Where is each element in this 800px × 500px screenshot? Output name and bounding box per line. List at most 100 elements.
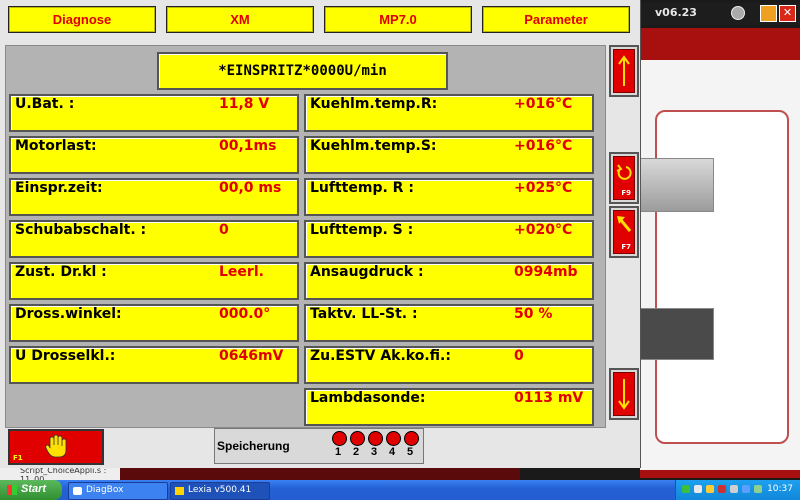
taskbar-item-lexia[interactable]: Lexia v500.41: [170, 482, 270, 500]
field-value: 0: [514, 348, 524, 364]
background-gray-button[interactable]: [640, 158, 714, 212]
system-tray: 10:37: [675, 480, 800, 500]
scroll-up-face: [613, 49, 635, 93]
field-u-drosselkl: U Drosselkl.: 0646mV: [9, 346, 299, 384]
save-slot-number: 5: [406, 446, 414, 458]
refresh-face: F9: [613, 156, 635, 200]
scroll-up-button[interactable]: [609, 45, 639, 97]
field-value: +016°C: [514, 138, 573, 154]
field-label: Lufttemp. R :: [310, 180, 414, 196]
stop-button[interactable]: F1: [8, 429, 104, 465]
background-dark-button[interactable]: [640, 308, 714, 360]
field-label: Zust. Dr.kl :: [15, 264, 107, 280]
field-lufttemp-s: Lufttemp. S : +020°C: [304, 220, 594, 258]
field-value: 00,0 ms: [219, 180, 282, 196]
field-dross-winkel: Dross.winkel: 000.0°: [9, 304, 299, 342]
field-label: Kuehlm.temp.S:: [310, 138, 437, 154]
save-slot-5[interactable]: [404, 431, 419, 446]
field-label: Dross.winkel:: [15, 306, 122, 322]
engine-status-header: *EINSPRITZ*0000U/min: [157, 52, 448, 90]
field-einspr-zeit: Einspr.zeit: 00,0 ms: [9, 178, 299, 216]
field-value: Leerl.: [219, 264, 264, 280]
display-icon[interactable]: [742, 485, 750, 493]
start-label: Start: [21, 483, 47, 495]
field-label: Zu.ESTV Ak.ko.fi.:: [310, 348, 451, 364]
back-button[interactable]: F7: [609, 206, 639, 258]
security-icon[interactable]: [706, 485, 714, 493]
tab-parameter[interactable]: Parameter: [482, 6, 630, 33]
field-label: Ansaugdruck :: [310, 264, 424, 280]
field-value: 50 %: [514, 306, 553, 322]
field-value: 0: [219, 222, 229, 238]
field-zu-estv: Zu.ESTV Ak.ko.fi.: 0: [304, 346, 594, 384]
field-value: 11,8 V: [219, 96, 270, 112]
field-value: 000.0°: [219, 306, 271, 322]
start-button[interactable]: Start: [0, 480, 62, 500]
field-lambdasonde: Lambdasonde: 0113 mV: [304, 388, 594, 426]
taskbar-item-label: Lexia v500.41: [188, 485, 252, 495]
field-motorlast: Motorlast: 00,1ms: [9, 136, 299, 174]
field-label: Motorlast:: [15, 138, 97, 154]
save-slot-4[interactable]: [386, 431, 401, 446]
save-slot-number: 2: [352, 446, 360, 458]
taskbar-item-diagbox[interactable]: DiagBox: [68, 482, 168, 500]
windows-logo-icon: [7, 485, 17, 495]
lexia-app-icon: [175, 487, 184, 495]
field-kuehlm-temp-r: Kuehlm.temp.R: +016°C: [304, 94, 594, 132]
field-u-bat: U.Bat. : 11,8 V: [9, 94, 299, 132]
field-label: Schubabschalt. :: [15, 222, 147, 238]
field-kuehlm-temp-s: Kuehlm.temp.S: +016°C: [304, 136, 594, 174]
save-slot-number: 1: [334, 446, 342, 458]
field-value: +025°C: [514, 180, 573, 196]
version-label: v06.23: [655, 6, 697, 19]
back-key-label: F7: [621, 243, 631, 251]
minimize-button[interactable]: [760, 5, 777, 22]
arrow-up-icon: [618, 55, 630, 86]
diagbox-app-icon: [73, 487, 82, 495]
clock[interactable]: 10:37: [767, 484, 793, 494]
network-icon[interactable]: [682, 485, 690, 493]
save-slot-number: 3: [370, 446, 378, 458]
field-lufttemp-r: Lufttemp. R : +025°C: [304, 178, 594, 216]
field-zust-drkl: Zust. Dr.kl : Leerl.: [9, 262, 299, 300]
field-value: 0113 mV: [514, 390, 584, 406]
field-schubabschalt: Schubabschalt. : 0: [9, 220, 299, 258]
field-value: 0994mb: [514, 264, 578, 280]
refresh-button[interactable]: F9: [609, 152, 639, 204]
usb-icon[interactable]: [754, 485, 762, 493]
field-value: 0646mV: [219, 348, 284, 364]
tab-mp7[interactable]: MP7.0: [324, 6, 472, 33]
save-panel: Speicherung 1 2 3 4 5: [214, 428, 424, 464]
refresh-key-label: F9: [621, 189, 631, 197]
scroll-down-face: [613, 372, 635, 416]
close-button[interactable]: ✕: [779, 5, 796, 22]
arrow-down-icon: [618, 379, 630, 410]
field-value: +016°C: [514, 96, 573, 112]
field-value: +020°C: [514, 222, 573, 238]
save-slot-3[interactable]: [368, 431, 383, 446]
field-value: 00,1ms: [219, 138, 277, 154]
volume-icon[interactable]: [730, 485, 738, 493]
field-label: Lambdasonde:: [310, 390, 426, 406]
field-ansaugdruck: Ansaugdruck : 0994mb: [304, 262, 594, 300]
alert-icon[interactable]: [718, 485, 726, 493]
taskbar: Start DiagBox Lexia v500.41 10:37: [0, 480, 800, 500]
stop-key-label: F1: [13, 454, 23, 462]
taskbar-item-label: DiagBox: [86, 485, 124, 495]
save-slot-1[interactable]: [332, 431, 347, 446]
diagnostic-window: Diagnose XM MP7.0 Parameter *EINSPRITZ*0…: [0, 0, 641, 468]
field-taktv-ll-st: Taktv. LL-St. : 50 %: [304, 304, 594, 342]
save-slot-number: 4: [388, 446, 396, 458]
field-label: Kuehlm.temp.R:: [310, 96, 438, 112]
field-label: Einspr.zeit:: [15, 180, 103, 196]
save-slot-2[interactable]: [350, 431, 365, 446]
hand-icon: [45, 434, 67, 458]
field-label: U.Bat. :: [15, 96, 75, 112]
tab-xm[interactable]: XM: [166, 6, 314, 33]
save-label: Speicherung: [217, 439, 290, 453]
field-label: U Drosselkl.:: [15, 348, 116, 364]
tray-app-icon[interactable]: [694, 485, 702, 493]
volume-knob-icon[interactable]: [731, 6, 745, 20]
scroll-down-button[interactable]: [609, 368, 639, 420]
tab-diagnose[interactable]: Diagnose: [8, 6, 156, 33]
